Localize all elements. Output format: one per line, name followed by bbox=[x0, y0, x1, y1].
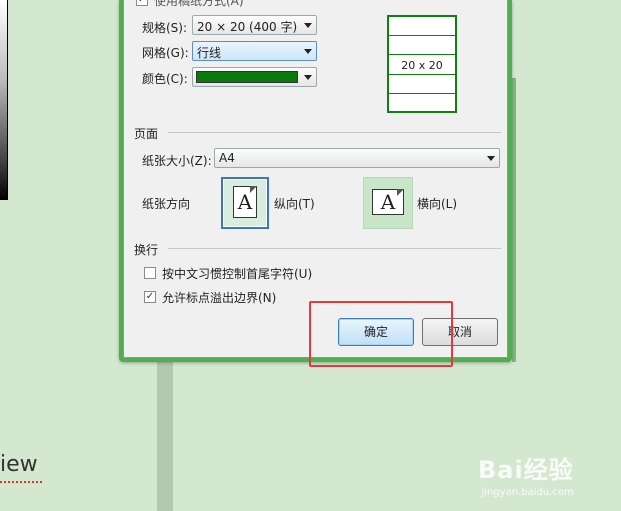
paper-size-combobox[interactable]: A4 bbox=[214, 148, 500, 168]
check-mark: ✓ bbox=[138, 0, 146, 5]
chevron-down-icon bbox=[304, 49, 312, 54]
page-glyph-letter: A bbox=[237, 190, 253, 214]
background-vertical-bar bbox=[157, 362, 173, 511]
dialog-right-shadow bbox=[512, 78, 516, 362]
use-manuscript-label: 使用稿纸方式(A) bbox=[154, 0, 244, 8]
watermark-url: jingyan.baidu.com bbox=[481, 487, 574, 498]
chevron-down-icon bbox=[304, 75, 312, 80]
wrap-section-header: 换行 bbox=[134, 243, 159, 257]
baidu-watermark: Bai经验 jingyan.baidu.com bbox=[478, 450, 574, 498]
portrait-page-icon: A bbox=[233, 186, 257, 218]
page-section-header: 页面 bbox=[134, 127, 159, 141]
portrait-label[interactable]: 纵向(T) bbox=[274, 195, 315, 212]
use-manuscript-checkbox[interactable]: ✓ bbox=[136, 0, 148, 6]
landscape-option[interactable]: A bbox=[363, 177, 413, 229]
spellcheck-underline bbox=[0, 481, 44, 483]
punctuation-overflow-checkbox[interactable]: ✓ bbox=[144, 291, 156, 303]
portrait-option[interactable]: A bbox=[221, 177, 269, 229]
wrap-section-separator bbox=[168, 248, 501, 249]
chevron-down-icon bbox=[304, 23, 312, 28]
left-gradient-strip bbox=[0, 0, 8, 200]
background-partial-word: iew bbox=[0, 452, 38, 477]
orientation-label: 纸张方向 bbox=[142, 197, 191, 211]
grid-line bbox=[389, 35, 455, 36]
page-glyph-letter: A bbox=[380, 190, 396, 214]
check-mark: ✓ bbox=[145, 291, 155, 302]
watermark-brand: Bai经验 bbox=[478, 456, 574, 484]
color-label: 颜色(C): bbox=[142, 72, 188, 86]
chinese-line-rules-label[interactable]: 按中文习惯控制首尾字符(U) bbox=[162, 265, 312, 282]
chinese-line-rules-checkbox[interactable] bbox=[144, 267, 156, 279]
color-combobox[interactable] bbox=[192, 67, 317, 87]
paper-size-label: 纸张大小(Z): bbox=[142, 154, 212, 168]
size-combobox[interactable]: 20 × 20 (400 字) bbox=[192, 15, 317, 35]
page-section-separator bbox=[168, 132, 501, 133]
size-value: 20 × 20 (400 字) bbox=[197, 20, 298, 34]
size-label: 规格(S): bbox=[142, 21, 188, 35]
grid-line bbox=[389, 54, 455, 55]
grid-value: 行线 bbox=[197, 46, 222, 60]
grid-label: 网格(G): bbox=[142, 46, 189, 60]
grid-preview: 20 x 20 bbox=[387, 15, 457, 113]
preview-label: 20 x 20 bbox=[401, 59, 443, 72]
landscape-label[interactable]: 横向(L) bbox=[417, 195, 457, 212]
chevron-down-icon bbox=[487, 156, 495, 161]
punctuation-overflow-label[interactable]: 允许标点溢出边界(N) bbox=[162, 289, 276, 306]
grid-combobox[interactable]: 行线 bbox=[192, 41, 317, 61]
annotation-highlight-box bbox=[309, 301, 453, 367]
paper-size-value: A4 bbox=[219, 151, 235, 165]
landscape-page-icon: A bbox=[372, 189, 404, 215]
grid-line bbox=[389, 74, 455, 75]
color-swatch bbox=[196, 71, 298, 83]
grid-line bbox=[389, 93, 455, 94]
